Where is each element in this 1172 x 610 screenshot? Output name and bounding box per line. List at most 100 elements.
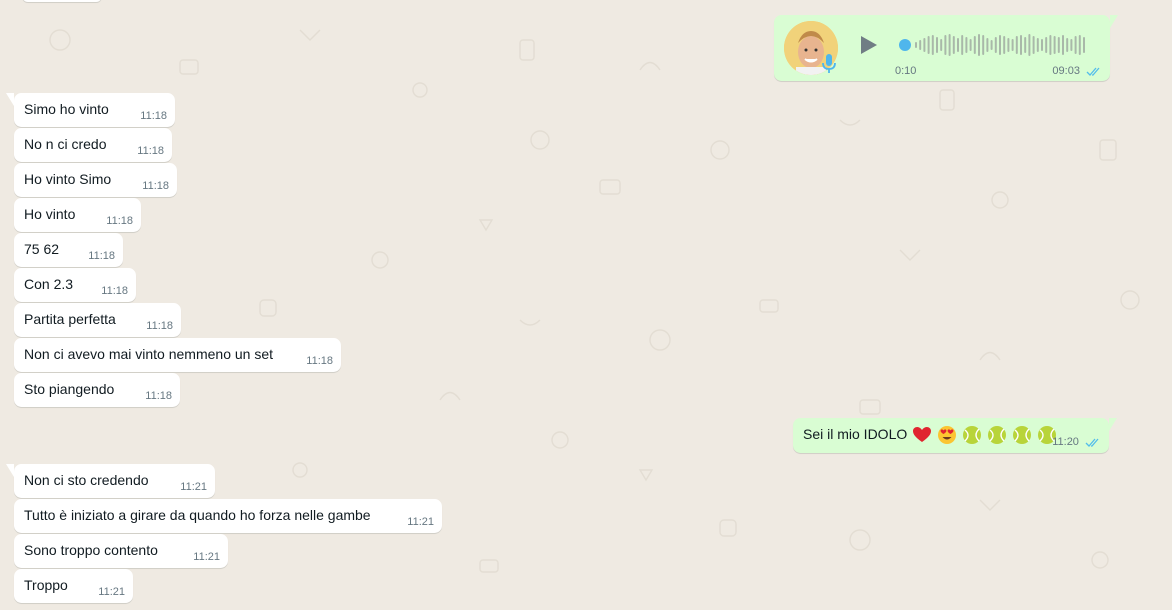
- waveform-bar: [986, 38, 989, 52]
- waveform-bar: [973, 36, 976, 54]
- message-time: 11:18: [146, 320, 173, 332]
- waveform-bar: [1024, 37, 1027, 53]
- waveform-bar: [1074, 36, 1077, 54]
- message-time: 11:20: [1052, 436, 1079, 449]
- incoming-message[interactable]: No n ci credo 11:18: [14, 128, 172, 162]
- waveform-bar: [1015, 36, 1018, 54]
- message-time-group: 11:20: [1052, 436, 1101, 449]
- waveform-bar: [1036, 38, 1039, 52]
- waveform-bar: [1070, 39, 1073, 51]
- waveform-bar: [919, 40, 922, 50]
- tennis-ball-emoji: [1012, 426, 1031, 445]
- incoming-message[interactable]: Ho vinto 11:18: [14, 198, 141, 232]
- incoming-message[interactable]: 75 62 11:18: [14, 233, 123, 267]
- message-text: 75 62: [24, 241, 60, 257]
- waveform-bar: [931, 35, 934, 55]
- waveform-bar: [915, 42, 917, 48]
- waveform-bar: [994, 37, 997, 53]
- play-icon[interactable]: [856, 33, 880, 57]
- bubble-tail: [6, 464, 14, 477]
- waveform-bar: [1041, 39, 1043, 51]
- red-heart-emoji: [913, 427, 932, 443]
- double-check-read-icon: [1086, 67, 1100, 76]
- waveform-bar: [1062, 35, 1064, 55]
- message-time: 11:18: [306, 355, 333, 367]
- bubble-tail: [1110, 15, 1118, 28]
- waveform-bar: [1053, 36, 1056, 54]
- incoming-message[interactable]: Ho vinto Simo 11:18: [14, 163, 177, 197]
- tennis-ball-emoji: [987, 426, 1006, 445]
- voice-duration: 0:10: [895, 65, 917, 77]
- waveform-bar: [1049, 35, 1052, 55]
- message-time: 11:18: [101, 285, 128, 297]
- tennis-ball-emoji: [962, 426, 981, 445]
- message-text: Simo ho vinto: [24, 101, 109, 117]
- waveform-bar: [944, 35, 947, 55]
- waveform-bar: [1057, 37, 1060, 53]
- incoming-message[interactable]: Sono troppo contento 11:21: [14, 534, 228, 568]
- double-check-read-icon: [1085, 438, 1099, 447]
- waveform-bar: [1078, 35, 1081, 55]
- waveform-bar: [1032, 36, 1035, 54]
- message-time: 09:03: [1052, 65, 1080, 77]
- bubble-tail: [6, 93, 14, 106]
- incoming-message[interactable]: Con 2.3 11:18: [14, 268, 136, 302]
- message-time: 11:18: [106, 215, 133, 227]
- waveform-bar: [1028, 34, 1031, 56]
- incoming-message[interactable]: Non ci avevo mai vinto nemmeno un set 11…: [14, 338, 341, 372]
- chat-panel: 0:10 09:03 Simo ho vinto 11:18 No n ci c…: [0, 0, 1172, 610]
- waveform-bar: [1003, 36, 1006, 54]
- waveform-bar: [927, 36, 930, 54]
- audio-waveform[interactable]: [899, 33, 1089, 57]
- waveform-bar: [999, 35, 1001, 55]
- waveform-bar: [978, 34, 980, 56]
- message-time: 11:18: [88, 250, 115, 262]
- outgoing-voice-message[interactable]: 0:10 09:03: [774, 15, 1118, 81]
- message-text: Partita perfetta: [24, 311, 116, 327]
- incoming-message[interactable]: Simo ho vinto 11:18: [6, 93, 175, 127]
- message-text: Sto piangendo: [24, 381, 115, 397]
- previous-message-edge: [22, 0, 102, 2]
- incoming-message[interactable]: Partita perfetta 11:18: [14, 303, 181, 337]
- incoming-message[interactable]: Sto piangendo 11:18: [14, 373, 180, 407]
- waveform-bar: [1020, 35, 1022, 55]
- message-text: Con 2.3: [24, 276, 74, 292]
- waveform-bar: [982, 35, 985, 55]
- message-time: 11:21: [98, 586, 125, 598]
- voice-message-time: 09:03: [1052, 65, 1102, 77]
- message-time: 11:21: [193, 551, 220, 563]
- message-text: Ho vinto: [24, 206, 76, 222]
- waveform-bar: [1066, 38, 1069, 52]
- waveform-bar: [961, 35, 964, 55]
- waveform-bar: [923, 38, 926, 52]
- waveform-bar: [969, 39, 972, 51]
- message-text: Non ci avevo mai vinto nemmeno un set: [24, 346, 274, 362]
- message-time: 11:18: [142, 180, 169, 192]
- microphone-icon: [822, 54, 836, 73]
- incoming-message[interactable]: Non ci sto credendo 11:21: [6, 464, 215, 498]
- message-text: Troppo: [24, 577, 68, 593]
- waveform-bar: [1007, 38, 1010, 52]
- waveform-bar: [1083, 37, 1085, 53]
- waveform-bar: [952, 36, 955, 54]
- waveform-bar: [936, 37, 938, 53]
- message-text: Sei il mio IDOLO: [803, 426, 908, 442]
- bubble-tail: [1109, 418, 1117, 431]
- message-time: 11:21: [407, 516, 434, 528]
- waveform-bar: [965, 37, 968, 53]
- message-text: Tutto è iniziato a girare da quando ho f…: [24, 507, 371, 523]
- incoming-message[interactable]: Troppo 11:21: [14, 569, 133, 603]
- waveform-bar: [957, 38, 959, 52]
- message-time: 11:21: [180, 481, 207, 493]
- playback-position-dot[interactable]: [899, 39, 911, 51]
- waveform-bar: [1011, 39, 1014, 51]
- message-text: Sono troppo contento: [24, 542, 158, 558]
- incoming-message[interactable]: Tutto è iniziato a girare da quando ho f…: [14, 499, 442, 533]
- message-time: 11:18: [145, 390, 172, 402]
- message-text: Non ci sto credendo: [24, 472, 149, 488]
- waveform-bar: [940, 39, 943, 51]
- waveform-bar: [990, 40, 993, 50]
- message-time: 11:18: [140, 110, 167, 122]
- message-text: Ho vinto Simo: [24, 171, 112, 187]
- outgoing-message[interactable]: Sei il mio IDOLO 11:20: [793, 418, 1117, 454]
